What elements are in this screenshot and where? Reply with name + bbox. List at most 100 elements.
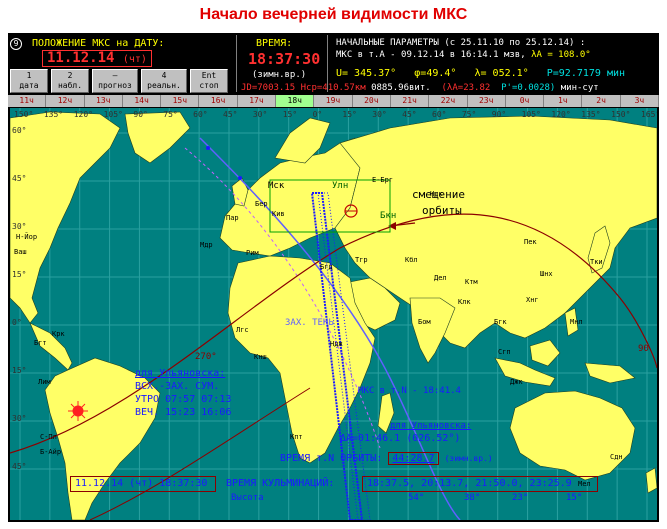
hour-cell[interactable]: 19ч: [314, 95, 353, 107]
hour-cell[interactable]: 2ч: [582, 95, 621, 107]
city-label: Бер: [255, 200, 268, 208]
delta-deg: (026.52°): [406, 433, 461, 444]
hour-cell[interactable]: 22ч: [429, 95, 468, 107]
city-label: Ктм: [465, 278, 478, 286]
hour-cell[interactable]: 16ч: [199, 95, 238, 107]
height-4: 15°: [566, 493, 583, 503]
longitude-label: 150°: [611, 110, 631, 119]
city-label: Рим: [246, 249, 259, 257]
annotation-orbit: орбиты: [422, 204, 462, 217]
city-label: Крк: [52, 330, 65, 338]
city-label: Кбл: [405, 256, 418, 264]
hour-cell[interactable]: 18ч: [276, 95, 315, 107]
city-label: Кив: [272, 210, 285, 218]
params-point-a: МКС в т.А - 09.12.14 в 16:14.1 мзв,: [336, 50, 526, 60]
height-1: 54°: [408, 493, 425, 503]
hour-strip: 11ч 12ч 13ч 14ч 15ч 16ч 17ч 18ч 19ч 20ч 21ч 22ч 23ч 0…: [8, 95, 660, 107]
evening-set: 16:06: [201, 407, 232, 418]
stop-button-key: Ent: [201, 71, 217, 80]
longitude-label: 15°: [282, 110, 298, 119]
label-uln: Улн: [332, 181, 349, 191]
longitude-label: 150°: [14, 110, 34, 119]
latitude-label: 30°: [12, 414, 27, 423]
latitude-label: 0°: [12, 318, 22, 327]
orbit-time-row: ВРЕМЯ т.N ОРБИТЫ: 44:28.7 (зимн.вр.): [280, 452, 493, 465]
hour-cell[interactable]: 15ч: [161, 95, 200, 107]
param-lambda: λ= 052.1°: [474, 68, 529, 79]
longitude-label: 105°: [521, 110, 541, 119]
hour-cell[interactable]: 0ч: [506, 95, 545, 107]
longitude-label: 90°: [491, 110, 507, 119]
hour-cell[interactable]: 12ч: [46, 95, 85, 107]
realtime-button-key: 4: [161, 71, 167, 80]
height-2: 38°: [464, 493, 481, 503]
position-label: ПОЛОЖЕНИЕ МКС на ДАТУ:: [32, 38, 165, 49]
longitude-label: 120°: [551, 110, 571, 119]
time-note: (зимн.вр.): [252, 70, 307, 80]
city-label: Е-Брг: [372, 176, 394, 184]
latitude-label: 30°: [12, 222, 27, 231]
latitude-label: 15°: [12, 270, 27, 279]
weekday-value: (чт): [122, 54, 147, 65]
hour-cell[interactable]: 1ч: [544, 95, 583, 107]
stop-button[interactable]: Ent стоп: [190, 69, 228, 93]
label-iss-node: МКС в т.N - 18:41.4: [358, 386, 461, 396]
forecast-button[interactable]: – прогноз: [92, 69, 138, 93]
city-label: Тгр: [355, 256, 368, 264]
param-dp-unit: мин-сут: [560, 83, 599, 93]
longitude-label: 75°: [163, 110, 178, 119]
latitude-label: 15°: [12, 366, 27, 375]
date-button-label: дата: [19, 81, 39, 90]
city-label: Кпт: [290, 433, 303, 441]
date-value: 11.12.14: [47, 50, 115, 66]
label-bkn: Бкн: [380, 211, 397, 221]
hour-cell[interactable]: 14ч: [123, 95, 162, 107]
stop-button-label: стоп: [199, 81, 219, 90]
city-label: Бгд: [320, 263, 333, 271]
hour-cell[interactable]: 13ч: [85, 95, 123, 107]
hour-cell[interactable]: 11ч: [8, 95, 47, 107]
city-label: Кнш: [254, 353, 267, 361]
city-label: Лгс: [236, 326, 249, 334]
ulyanovsk-head: ВСХ.-ЗАХ. СУМ.: [135, 381, 220, 392]
city-label: Бгк: [494, 318, 507, 326]
observe-button[interactable]: 2 набл.: [51, 69, 89, 93]
morning-rise: 07:57: [165, 394, 196, 405]
delta-value: ΔA=01:46.1: [340, 433, 401, 444]
hour-cell[interactable]: 20ч: [353, 95, 391, 107]
orbit-time-label: ВРЕМЯ т.N ОРБИТЫ:: [280, 453, 383, 464]
city-label: С-Пл: [40, 433, 57, 441]
city-label: Джк: [510, 378, 523, 386]
param-u: U= 345.37°: [336, 68, 397, 79]
forecast-button-key: –: [112, 71, 118, 80]
current-datetime: 11.12.14 (чт) 18:37:30: [70, 476, 216, 492]
latitude-label: 60°: [12, 126, 27, 135]
longitude-label: 45°: [223, 110, 238, 119]
hour-cell[interactable]: 3ч: [621, 95, 660, 107]
label-delta: ΔA=01:46.1 (026.52°): [340, 433, 460, 444]
date-display[interactable]: 11.12.14 (чт): [42, 50, 152, 67]
hour-cell[interactable]: 17ч: [238, 95, 277, 107]
page-title: Начало вечерней видимости МКС: [199, 6, 468, 23]
evening-label: ВЕЧ.: [135, 407, 160, 418]
city-label: Сдн: [610, 453, 623, 461]
app-badge-icon[interactable]: 9: [10, 38, 22, 50]
hour-cell[interactable]: 21ч: [391, 95, 430, 107]
params-title: НАЧАЛЬНЫЕ ПАРАМЕТРЫ (с 25.11.10 по 25.12…: [336, 38, 586, 48]
hour-cell[interactable]: 23ч: [468, 95, 506, 107]
realtime-button[interactable]: 4 реальн.: [141, 69, 187, 93]
observe-button-key: 2: [67, 71, 73, 80]
city-label: Мдр: [200, 241, 213, 249]
longitude-label: 30°: [372, 110, 387, 119]
orbit-time-note: (зимн.вр.): [444, 454, 493, 463]
longitude-label: 135°: [43, 110, 64, 119]
time-value: 18:37:30: [248, 50, 321, 68]
culmination-label: ВРЕМЯ КУЛЬМИНАЦИЙ:: [226, 478, 335, 489]
longitude-label: 60°: [432, 110, 447, 119]
latitude-label: 45°: [12, 174, 27, 183]
city-label: Нск: [430, 190, 443, 198]
height-label: Высота: [231, 493, 264, 503]
observe-button-label: набл.: [57, 81, 83, 90]
ulyanovsk-title: для Ульяновска:: [135, 368, 226, 379]
date-button[interactable]: 1 дата: [10, 69, 48, 93]
